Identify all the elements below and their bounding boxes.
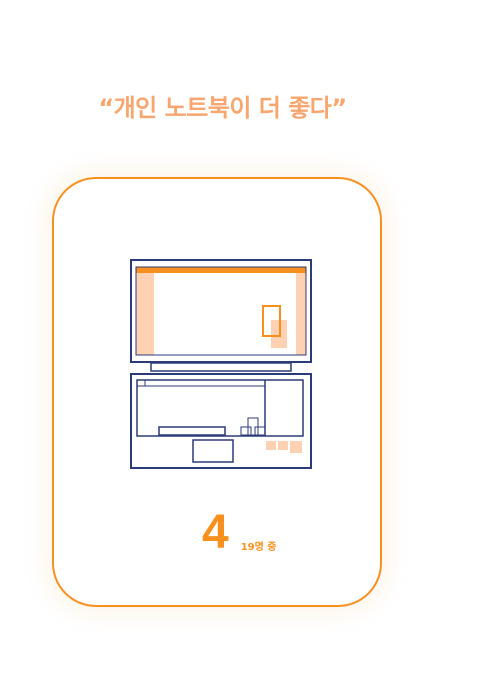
headline: “개인 노트북이 더 좋다” (98, 94, 347, 122)
laptop-icon (130, 259, 312, 469)
stat-card: 4 19명 중 (52, 177, 382, 607)
stat-count: 4 (202, 506, 229, 559)
stat-total: 19명 중 (240, 542, 277, 553)
stat-row: 4 19명 중 (202, 509, 277, 557)
